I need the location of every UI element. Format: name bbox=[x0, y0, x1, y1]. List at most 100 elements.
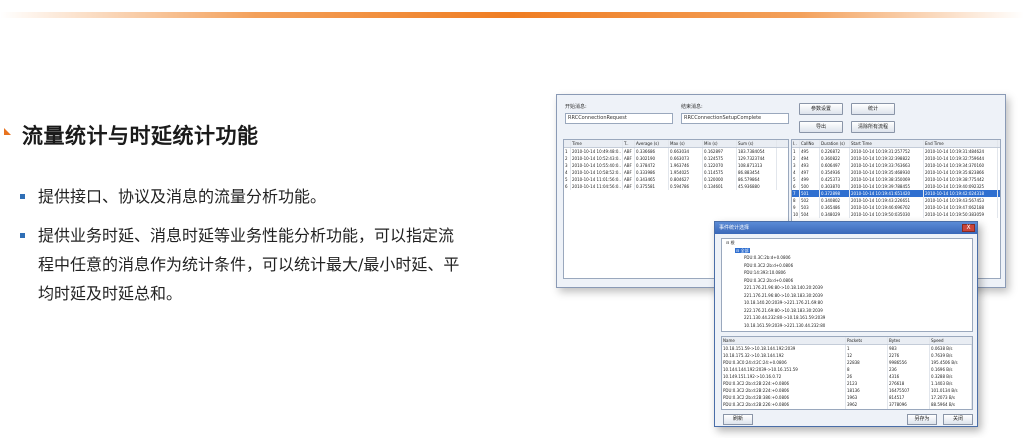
table-row[interactable]: 9 503 0.365486 2010-10-14 10:19:46:696702 20… bbox=[792, 204, 1000, 211]
table-row[interactable]: 3 493 0.606497 2010-10-14 10:19:33:763663 20… bbox=[792, 162, 1000, 169]
table-cell: 494 bbox=[800, 155, 820, 162]
table-cell: 1963 bbox=[846, 394, 888, 401]
top-accent-bar bbox=[0, 12, 1024, 18]
table-row[interactable]: 6 500 0.303870 2010-10-14 10:19:39:788455 20… bbox=[792, 183, 1000, 190]
clear-flows-button[interactable]: 清除所有流程 bbox=[851, 121, 895, 133]
tree-node[interactable]: PDU:0.3C:2b:d+0.0806 bbox=[722, 254, 972, 262]
table-cell: 10.18.151.59->10.18.144.192:2039 bbox=[722, 345, 846, 352]
table-row[interactable]: 7 501 0.372898 2010-10-14 10:19:41:651420 20… bbox=[792, 190, 1000, 197]
table-row[interactable]: PDU:0.3C2:2b:d:2B:231:+0.080669638196596… bbox=[722, 408, 972, 409]
table-cell: ABF bbox=[623, 162, 635, 169]
table-cell: 0.375581 bbox=[635, 183, 669, 190]
table-cell: 10.144.144.192:2039->10.16.151.59 bbox=[722, 366, 846, 373]
tree-node-label: PDU:0.3C:2b:d+0.0806 bbox=[744, 255, 791, 260]
traffic-table[interactable]: Name Packets Bytes Speed 10.18.151.59->10.18… bbox=[721, 336, 973, 410]
table-cell: 2010-10-14 10:19:47:062188 bbox=[924, 204, 998, 211]
table-cell: 0.122070 bbox=[703, 162, 737, 169]
table-row[interactable]: 2 494 0.360822 2010-10-14 10:19:32:398822 20… bbox=[792, 155, 1000, 162]
close-button[interactable]: 关闭 bbox=[943, 414, 973, 425]
table-row[interactable]: 5 499 0.425373 2010-10-14 10:19:38:350069 20… bbox=[792, 176, 1000, 183]
tree-node[interactable]: 222.176.21.69:80->10.18.183.30:2039 bbox=[722, 307, 972, 315]
table-cell: 1.1403 B/s bbox=[930, 380, 972, 387]
tree-node[interactable]: PDU:0.3C2:2b:d+0.0806 bbox=[722, 277, 972, 285]
table-row[interactable]: 10 504 0.348029 2010-10-14 10:19:50:035030 2… bbox=[792, 211, 1000, 218]
table-cell: 183.7384054 bbox=[737, 148, 777, 155]
table-row[interactable]: 10.144.144.192:2039->10.16.151.59 8 236 0.1… bbox=[722, 366, 972, 373]
column-header[interactable]: Average (s) bbox=[635, 140, 669, 147]
square-bullet-icon bbox=[20, 233, 25, 238]
table-cell: 0.114575 bbox=[703, 169, 737, 176]
table-cell: 12 bbox=[846, 352, 888, 359]
table-cell: 101.0134 B/s bbox=[930, 387, 972, 394]
tree-node[interactable]: PDU:14:393:10.0806 bbox=[722, 269, 972, 277]
column-header[interactable]: CallNo bbox=[800, 140, 820, 147]
tree-node[interactable]: 10.18.161.59:2039->221.130.44.232:80 bbox=[722, 322, 972, 330]
table-row[interactable]: PDU:0.3C0:24:d:2C:24:+0.0806 22838 9986556… bbox=[722, 359, 972, 366]
table-cell: 4 bbox=[564, 169, 571, 176]
table-row[interactable]: 4 2010-10-14 10:58:52:0.. ABF 0.333986 1.954… bbox=[564, 169, 788, 176]
table-row[interactable]: 3 2010-10-14 10:55:40:0.. ABF 0.378472 1.963… bbox=[564, 162, 788, 169]
table-cell: 1 bbox=[564, 148, 571, 155]
table-row[interactable]: 1 2010-10-14 10:49:48:0.. ABF 0.336686 0.663… bbox=[564, 148, 788, 155]
tree-node[interactable]: 10.18.140.20:2039->221.176.21.69:80 bbox=[722, 299, 972, 307]
tree-node[interactable]: 221.176.21.96:80->10.18.183.30:2039 bbox=[722, 292, 972, 300]
column-header[interactable] bbox=[564, 140, 571, 147]
table-cell: 0.663034 bbox=[669, 148, 703, 155]
table-cell: 2010-10-14 10:19:32:759644 bbox=[924, 155, 998, 162]
column-header[interactable]: Max (s) bbox=[669, 140, 703, 147]
save-as-button[interactable]: 另存为 bbox=[907, 414, 937, 425]
table-cell: 2010-10-14 10:19:39:788455 bbox=[850, 183, 924, 190]
start-message-input[interactable]: RRCConnectionRequest bbox=[565, 113, 673, 124]
table-row[interactable]: PDU:0.3C2:2b:d:2B:224:+0.0806 2123 276618 1… bbox=[722, 380, 972, 387]
table-row[interactable]: 6 2010-10-14 11:04:56:0.. ABF 0.375581 0.594… bbox=[564, 183, 788, 190]
table-cell: 0.120000 bbox=[703, 176, 737, 183]
table-row[interactable]: PDU:0.3C2:2b:d:2B:226:+0.0806 3962 3778096… bbox=[722, 401, 972, 408]
table-row[interactable]: 8 502 0.340802 2010-10-14 10:19:43:226651 20… bbox=[792, 197, 1000, 204]
tree-node-label: 221.176.21.96:80->10.18.140.20:2039 bbox=[744, 285, 823, 290]
table-row[interactable]: 4 497 0.354936 2010-10-14 10:19:35:468930 20… bbox=[792, 169, 1000, 176]
refresh-button[interactable]: 刷新 bbox=[723, 414, 753, 425]
bullet-list: 提供接口、协议及消息的流量分析功能。 提供业务时延、消息时延等业务性能分析功能，… bbox=[20, 182, 460, 318]
column-header[interactable]: I.. bbox=[792, 140, 800, 147]
table-row[interactable]: 5 2010-10-14 11:01:56:0.. ABF 0.343465 0.804… bbox=[564, 176, 788, 183]
column-header[interactable]: Min (s) bbox=[703, 140, 737, 147]
column-header[interactable]: Start Time bbox=[850, 140, 924, 147]
table-row[interactable]: 10.18.175.32->10.18.144.192 12 2276 0.7639 … bbox=[722, 352, 972, 359]
table-cell: 2010-10-14 10:19:31:484624 bbox=[924, 148, 998, 155]
table-row[interactable]: PDU:0.3C2:2b:d:2B:224:+0.0806 18136 164755… bbox=[722, 387, 972, 394]
statistics-button[interactable]: 统计 bbox=[851, 103, 895, 115]
column-header[interactable]: T.. bbox=[623, 140, 635, 147]
table-row[interactable]: 1 495 0.226872 2010-10-14 10:19:31:257752 20… bbox=[792, 148, 1000, 155]
flow-tree[interactable]: ⊟ 根 ⊟ 全部 PDU:0.3C:2b:d+0.0806 PDU:0.3C2:2b:… bbox=[721, 238, 973, 332]
table-cell: 502 bbox=[800, 197, 820, 204]
column-header[interactable]: Time bbox=[571, 140, 623, 147]
table-row[interactable]: 2 2010-10-14 10:52:43:0.. ABF 0.302190 0.663… bbox=[564, 155, 788, 162]
table-cell: 88.5964 B/s bbox=[930, 401, 972, 408]
tree-node[interactable]: ⊟ 根 bbox=[722, 239, 972, 247]
tree-node[interactable]: PDU:0.3C2:2b:d+0.0806 bbox=[722, 262, 972, 270]
table-row[interactable]: 10.18.151.59->10.18.144.192:2039 1 983 0.06… bbox=[722, 345, 972, 352]
table-row[interactable]: 10.149.151.192->10.16.0.72 26 4316 0.3288 B… bbox=[722, 373, 972, 380]
tree-node[interactable]: 221.130.44.232:80->10.18.161.59:2039 bbox=[722, 314, 972, 322]
tree-node[interactable]: ⊟ 全部 bbox=[722, 247, 972, 255]
dialog-titlebar[interactable]: 事件统计选择 X bbox=[715, 222, 977, 234]
table-cell: 17.2073 B/s bbox=[930, 394, 972, 401]
close-icon[interactable]: X bbox=[962, 224, 975, 232]
table-cell: 0.348029 bbox=[820, 211, 850, 218]
tree-node[interactable]: 221.176.21.96:80->10.18.140.20:2039 bbox=[722, 284, 972, 292]
column-header[interactable]: Speed bbox=[930, 337, 972, 344]
column-header[interactable]: Duration (s) bbox=[820, 140, 850, 147]
parameter-settings-button[interactable]: 参数设置 bbox=[799, 103, 843, 115]
end-message-input[interactable]: RRCConnectionSetupComplete bbox=[681, 113, 789, 124]
tree-node-label: ⊟ 全部 bbox=[735, 247, 750, 253]
table-cell: 0.372898 bbox=[820, 190, 850, 197]
table-row[interactable]: PDU:0.3C2:2b:d:2B:386:+0.0806 1963 814517 1… bbox=[722, 394, 972, 401]
table-cell: 10 bbox=[793, 211, 800, 218]
column-header[interactable]: Bytes bbox=[888, 337, 930, 344]
column-header[interactable]: Name bbox=[722, 337, 846, 344]
column-header[interactable]: Sum (s) bbox=[737, 140, 777, 147]
table-cell: 3778096 bbox=[888, 401, 930, 408]
column-header[interactable]: End Time bbox=[924, 140, 998, 147]
export-button[interactable]: 导出 bbox=[799, 121, 843, 133]
column-header[interactable]: Packets bbox=[846, 337, 888, 344]
